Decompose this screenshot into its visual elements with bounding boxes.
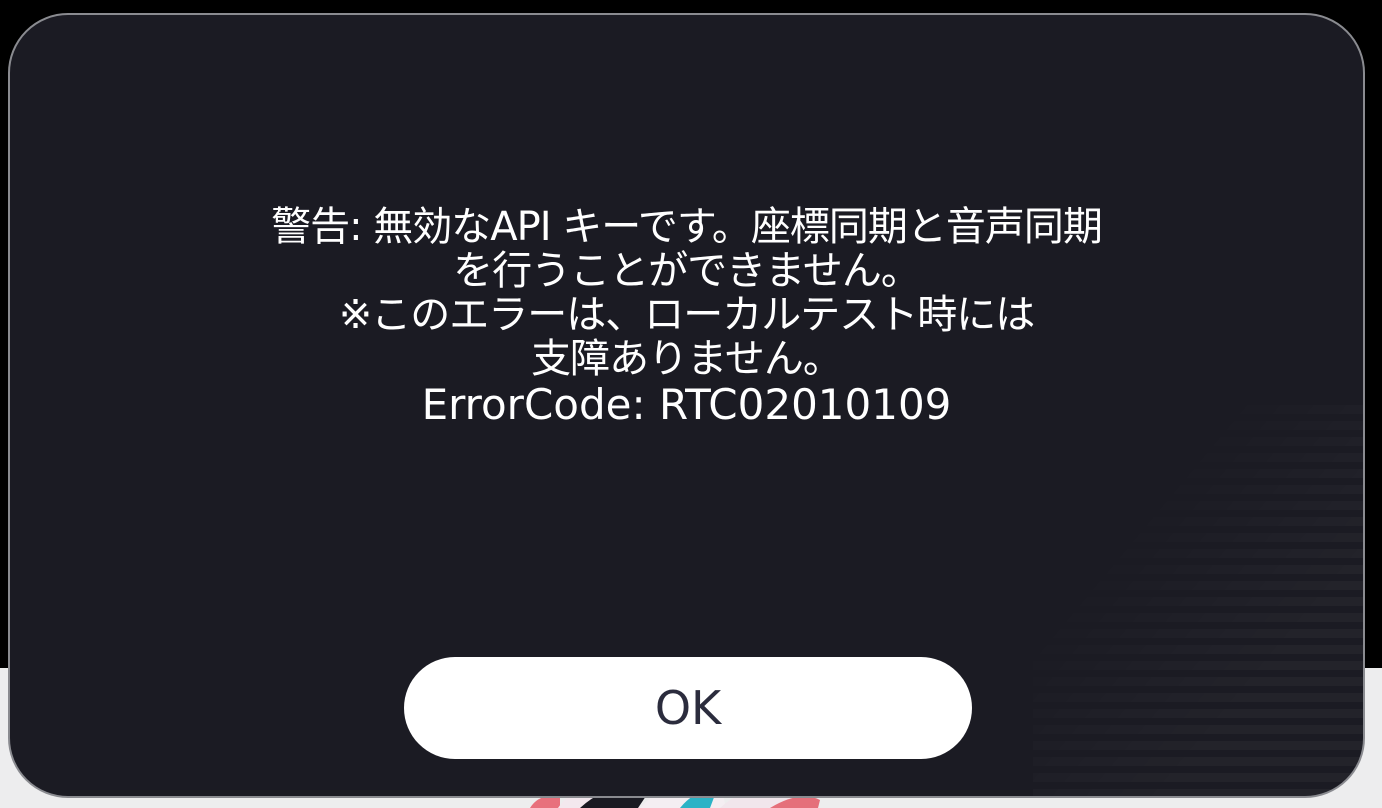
message-line: 警告: 無効なAPI キーです。座標同期と音声同期 bbox=[271, 204, 1103, 250]
ok-button-label: OK bbox=[654, 681, 722, 735]
ok-button[interactable]: OK bbox=[404, 657, 972, 759]
message-line: 支障ありません。 bbox=[531, 336, 843, 382]
app-screen: 警告: 無効なAPI キーです。座標同期と音声同期 を行うことができません。 ※… bbox=[0, 0, 1382, 808]
error-code: ErrorCode: RTC02010109 bbox=[421, 380, 952, 429]
decorative-stripes bbox=[1033, 405, 1363, 796]
message-line: を行うことができません。 bbox=[453, 248, 921, 294]
error-dialog: 警告: 無効なAPI キーです。座標同期と音声同期 を行うことができません。 ※… bbox=[8, 13, 1365, 798]
message-line: ※このエラーは、ローカルテスト時には bbox=[338, 292, 1036, 338]
error-message: 警告: 無効なAPI キーです。座標同期と音声同期 を行うことができません。 ※… bbox=[10, 205, 1363, 429]
